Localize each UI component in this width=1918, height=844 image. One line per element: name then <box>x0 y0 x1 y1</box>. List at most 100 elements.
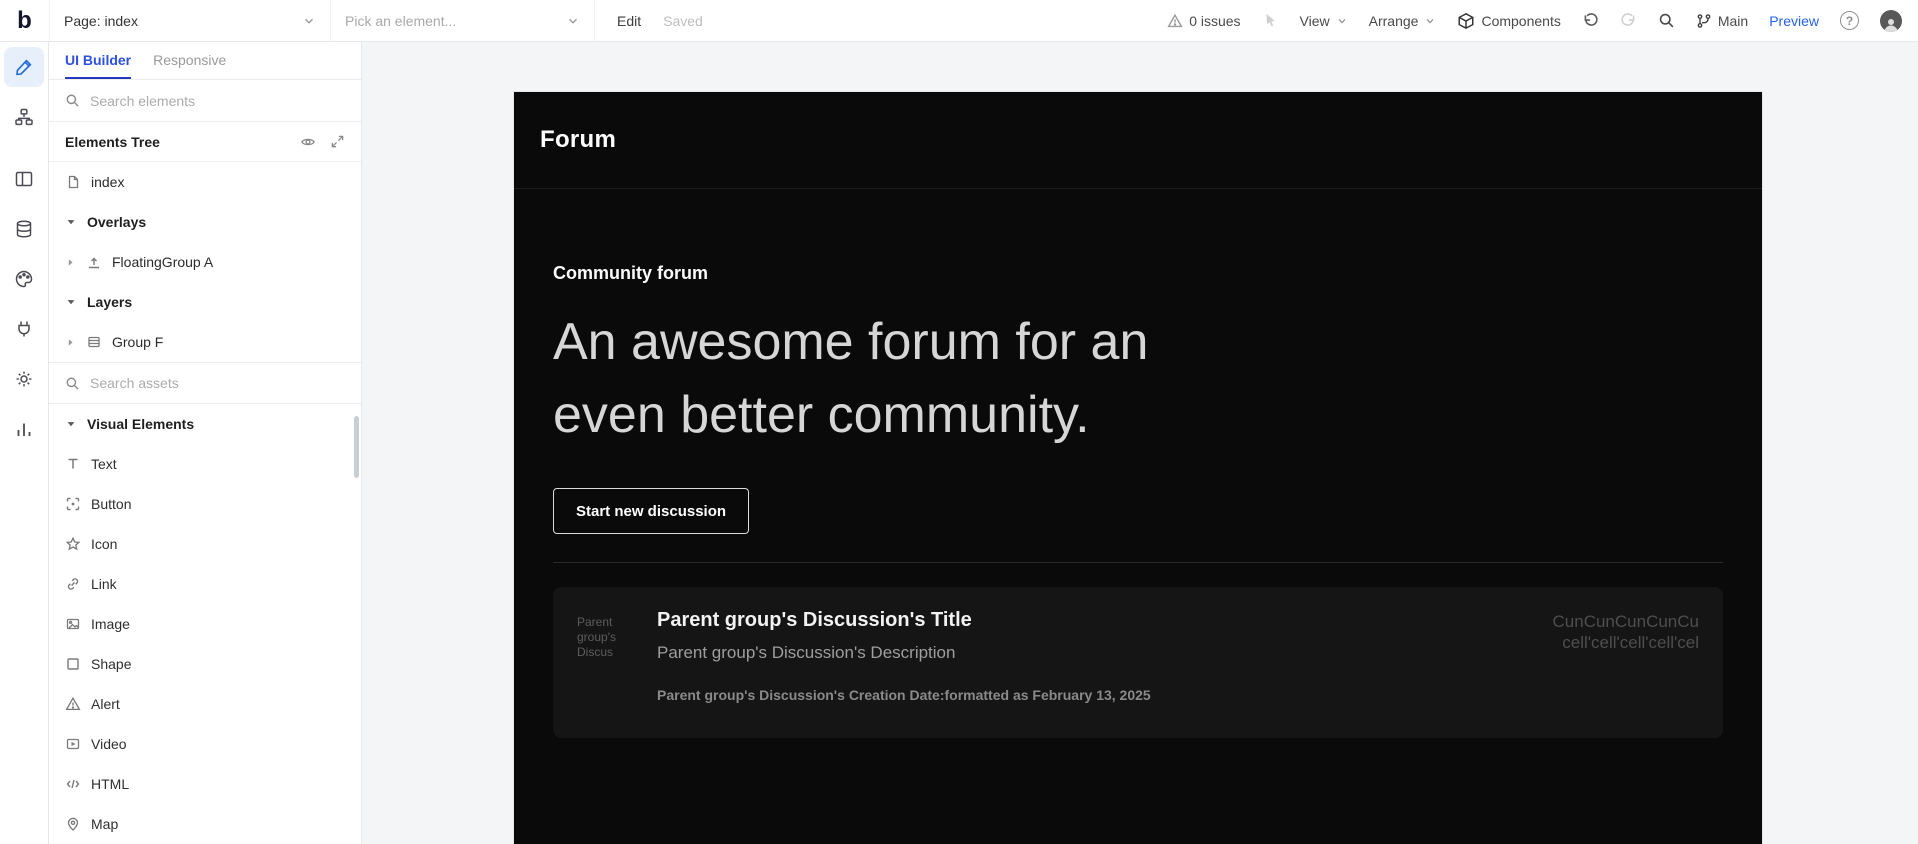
element-item-image[interactable]: Image <box>49 604 361 644</box>
element-picker-placeholder: Pick an element... <box>345 12 457 29</box>
issues-indicator[interactable]: 0 issues <box>1167 12 1241 29</box>
avatar[interactable] <box>1880 9 1902 32</box>
undo-icon[interactable] <box>1582 12 1599 29</box>
warning-icon <box>1167 13 1183 27</box>
discussion-card[interactable]: Parent group's Discus Parent group's Dis… <box>553 587 1723 738</box>
chevron-right-icon[interactable] <box>65 257 76 268</box>
tree-item-label: Group F <box>112 334 164 350</box>
bubble-logo[interactable]: b <box>0 0 49 41</box>
rail-item-design[interactable] <box>4 47 44 87</box>
database-icon <box>16 220 32 238</box>
rail-item-plugins[interactable] <box>4 309 44 349</box>
chevron-right-icon[interactable] <box>65 337 76 348</box>
tab-ui-builder[interactable]: UI Builder <box>65 42 132 79</box>
tab-label: Responsive <box>153 51 227 68</box>
edit-mode-label[interactable]: Edit <box>617 13 641 29</box>
floating-group-icon <box>89 257 99 269</box>
page-preview[interactable]: Forum Community forum An awesome forum f… <box>514 92 1762 844</box>
panel-scrollbar[interactable] <box>354 416 359 478</box>
tree-section-layers[interactable]: Layers <box>49 282 361 322</box>
search-elements-row <box>49 80 361 122</box>
redo-icon[interactable] <box>1620 12 1637 29</box>
components-button[interactable]: Components <box>1457 12 1561 30</box>
arrange-menu[interactable]: Arrange <box>1369 13 1437 29</box>
eye-icon[interactable] <box>300 134 316 150</box>
tree-item-group-f[interactable]: Group F <box>49 322 361 362</box>
chevron-down-icon <box>569 18 577 24</box>
chevron-down-icon[interactable] <box>65 216 77 228</box>
search-assets-row <box>49 362 361 404</box>
page-selector[interactable]: Page: index <box>49 0 331 41</box>
side-text-line: cell'cell'cell'cell'cel <box>1562 633 1699 652</box>
rail-item-logs[interactable] <box>4 409 44 449</box>
chart-icon <box>17 423 31 436</box>
left-panel: UI Builder Responsive Elements Tree <box>49 42 362 844</box>
search-elements-input[interactable] <box>90 92 345 109</box>
main-area: UI Builder Responsive Elements Tree <box>0 42 1918 844</box>
expand-icon[interactable] <box>330 134 345 149</box>
hero-section[interactable]: Community forum An awesome forum for an … <box>514 189 1762 534</box>
tab-label: UI Builder <box>65 51 132 68</box>
discussion-thumb-text: Parent group's Discus <box>577 615 616 659</box>
element-item-button[interactable]: Button <box>49 484 361 524</box>
preview-link[interactable]: Preview <box>1769 13 1819 29</box>
help-icon[interactable]: ? <box>1840 11 1859 30</box>
branch-selector[interactable]: Main <box>1696 13 1748 29</box>
search-icon[interactable] <box>1658 12 1675 29</box>
element-item-link[interactable]: Link <box>49 564 361 604</box>
element-item-text[interactable]: Text <box>49 444 361 484</box>
rail-item-settings[interactable] <box>4 359 44 399</box>
group-icon <box>88 336 100 348</box>
view-menu-label: View <box>1299 12 1330 29</box>
search-assets-input[interactable] <box>90 375 345 391</box>
element-item-html[interactable]: HTML <box>49 764 361 804</box>
page-preview-header[interactable]: Forum <box>514 92 1762 189</box>
logo-text: b <box>17 6 32 34</box>
tree-item-index[interactable]: index <box>49 162 361 202</box>
hero-kicker: Community forum <box>553 263 708 283</box>
user-icon <box>1884 18 1898 32</box>
element-item-icon[interactable]: Icon <box>49 524 361 564</box>
chevron-down-icon <box>1426 18 1434 23</box>
components-cube-icon <box>1458 12 1474 29</box>
tree-section-overlays[interactable]: Overlays <box>49 202 361 242</box>
element-item-map[interactable]: Map <box>49 804 361 844</box>
element-item-alert[interactable]: Alert <box>49 684 361 724</box>
workflow-icon <box>15 108 33 126</box>
element-picker[interactable]: Pick an element... <box>331 0 595 41</box>
cursor-icon[interactable] <box>1262 12 1279 29</box>
rail-item-layout[interactable] <box>4 159 44 199</box>
chevron-down-icon[interactable] <box>65 418 77 430</box>
components-label: Components <box>1481 12 1561 29</box>
hero-heading: An awesome forum for an even better comm… <box>553 313 1149 444</box>
link-icon <box>67 578 79 590</box>
elements-tree-title: Elements Tree <box>65 133 160 150</box>
tab-responsive[interactable]: Responsive <box>153 42 226 79</box>
search-icon <box>66 94 79 107</box>
section-divider <box>553 562 1723 563</box>
element-item-video[interactable]: Video <box>49 724 361 764</box>
element-item-shape[interactable]: Shape <box>49 644 361 684</box>
chevron-down-icon[interactable] <box>65 296 77 308</box>
discussion-side-text: CunCunCunCunCu cell'cell'cell'cell'cel <box>1529 607 1699 653</box>
shape-icon <box>67 658 79 670</box>
rail-item-workflow[interactable] <box>4 97 44 137</box>
view-menu[interactable]: View <box>1300 13 1348 29</box>
visual-elements-header[interactable]: Visual Elements <box>49 404 361 444</box>
saved-status: Saved <box>663 12 703 29</box>
canvas[interactable]: Forum Community forum An awesome forum f… <box>362 42 1918 844</box>
palette-icon <box>15 270 33 288</box>
discussion-title: Parent group's Discussion's Title <box>657 609 972 631</box>
issues-count-label: 0 issues <box>1189 12 1241 29</box>
rail-item-styles[interactable] <box>4 259 44 299</box>
tree-item-floatinggroup-a[interactable]: FloatingGroup A <box>49 242 361 282</box>
rail-item-data[interactable] <box>4 209 44 249</box>
text-icon <box>68 458 78 469</box>
pencil-icon <box>16 59 32 76</box>
arrange-menu-label: Arrange <box>1368 12 1419 29</box>
start-discussion-button[interactable]: Start new discussion <box>553 488 750 534</box>
tree-section-label: Overlays <box>87 214 147 230</box>
video-icon <box>66 738 80 750</box>
side-text-line: CunCunCunCunCu <box>1552 612 1699 631</box>
help-glyph: ? <box>1845 13 1854 28</box>
